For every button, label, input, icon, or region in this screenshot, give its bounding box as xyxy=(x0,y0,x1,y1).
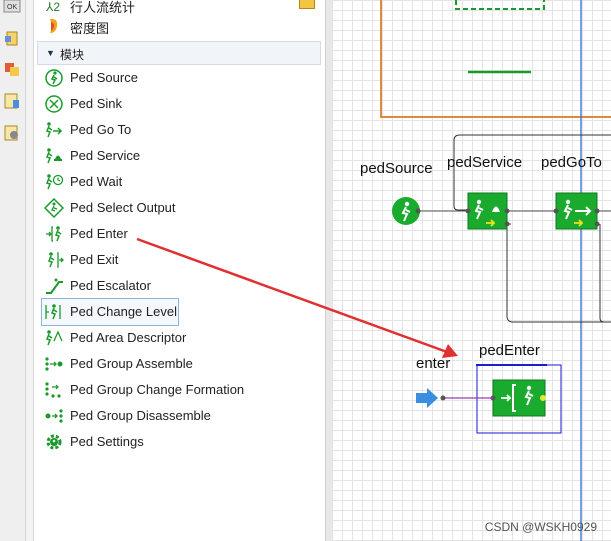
ped-select-output-icon xyxy=(43,197,65,219)
watermark: CSDN @WSKH0929 xyxy=(484,520,597,534)
enter-label[interactable]: enter xyxy=(416,355,450,372)
palette-item-ped-sink[interactable]: Ped Sink xyxy=(44,91,314,117)
ped-service-label[interactable]: pedService xyxy=(447,154,522,171)
palette-item-label: Ped Go To xyxy=(70,122,132,137)
section-label: 模块 xyxy=(60,48,85,62)
ped-settings-icon xyxy=(44,432,64,452)
ped-enter-label[interactable]: pedEnter xyxy=(479,342,540,359)
ped-goto-icon xyxy=(44,120,64,140)
ok-button[interactable]: OK xyxy=(3,0,21,18)
palette-item-label: Ped Source xyxy=(70,70,138,85)
ped-enter-block[interactable] xyxy=(492,379,546,417)
palette-item-label: Ped Select Output xyxy=(70,200,176,215)
svg-text:⅄2: ⅄2 xyxy=(45,0,60,14)
palette-item-ped-escalator[interactable]: Ped Escalator xyxy=(44,273,314,299)
ped-change-level-icon xyxy=(44,302,64,322)
palette-item-label: Ped Wait xyxy=(70,174,123,189)
dashed-area[interactable] xyxy=(455,0,545,10)
palette-item-ped-change-level[interactable]: Ped Change Level xyxy=(41,298,179,326)
palette-item-label: 密度图 xyxy=(70,21,110,36)
ped-service-icon xyxy=(44,146,64,166)
palette-item-label: Ped Service xyxy=(70,148,141,163)
palette-item-label: Ped Exit xyxy=(70,252,119,267)
database-tool-icon[interactable] xyxy=(3,30,21,48)
palette-item-ped-settings[interactable]: Ped Settings xyxy=(44,429,314,455)
ped-escalator-icon xyxy=(44,276,64,296)
ped-exit-icon xyxy=(44,250,64,270)
gear-file-icon[interactable] xyxy=(3,124,21,142)
ped-group-disassemble-icon xyxy=(44,406,64,426)
density-map-icon xyxy=(44,16,64,36)
tag-icon xyxy=(299,0,315,9)
palette-item-ped-group-assemble[interactable]: Ped Group Assemble xyxy=(44,351,314,377)
modules-section-header[interactable]: ▼ 模块 xyxy=(37,41,321,65)
palette-item-ped-select-output[interactable]: Ped Select Output xyxy=(43,195,314,221)
svg-text:OK: OK xyxy=(7,4,17,11)
collapse-triangle-icon: ▼ xyxy=(46,48,55,58)
palette-item-label: Ped Group Disassemble xyxy=(70,408,211,423)
model-canvas[interactable]: pedSource pedService pedGoTo enter pedEn… xyxy=(332,0,611,541)
ped-group-change-formation-icon xyxy=(44,380,64,400)
palette-item-label: Ped Group Change Formation xyxy=(70,382,245,397)
palette-item-ped-exit[interactable]: Ped Exit xyxy=(44,247,314,273)
palette-item-ped-wait[interactable]: Ped Wait xyxy=(44,169,314,195)
palette-item-ped-area-descriptor[interactable]: Ped Area Descriptor xyxy=(44,325,314,351)
palette-item-ped-service[interactable]: Ped Service xyxy=(44,143,314,169)
ped-goto-label[interactable]: pedGoTo xyxy=(541,154,602,171)
ped-sink-icon xyxy=(44,94,64,114)
ped-wait-icon xyxy=(44,172,64,192)
ped-source-icon xyxy=(44,68,64,88)
palette-item-ped-source[interactable]: Ped Source xyxy=(44,65,314,91)
ped-enter-icon xyxy=(44,224,64,244)
canvas-graphics xyxy=(380,0,611,541)
palette-item-label: Ped Escalator xyxy=(70,278,151,293)
palette-item-label: Ped Group Assemble xyxy=(70,356,193,371)
ped-source-label[interactable]: pedSource xyxy=(360,160,433,177)
area-boundary[interactable] xyxy=(380,0,611,118)
palette-item-ped-group-disassemble[interactable]: Ped Group Disassemble xyxy=(44,403,314,429)
palette-item-label: Ped Change Level xyxy=(70,304,177,319)
left-toolbar: OK xyxy=(0,0,26,541)
enter-arrow-icon[interactable] xyxy=(416,388,438,408)
ped-area-descriptor-icon xyxy=(44,328,64,348)
palette-item-label: Ped Sink xyxy=(70,96,123,111)
palette-item-density-map[interactable]: 密度图 xyxy=(44,13,314,39)
ped-group-assemble-icon xyxy=(44,354,64,374)
file-tool-icon[interactable] xyxy=(3,92,21,110)
shapes-tool-icon[interactable] xyxy=(3,60,21,78)
palette-item-ped-goto[interactable]: Ped Go To xyxy=(44,117,314,143)
palette-item-ped-group-change-formation[interactable]: Ped Group Change Formation xyxy=(44,377,314,403)
palette-item-ped-enter[interactable]: Ped Enter xyxy=(44,221,314,247)
palette-item-label: Ped Enter xyxy=(70,226,128,241)
palette-item-label: Ped Settings xyxy=(70,434,144,449)
palette-item-label: Ped Area Descriptor xyxy=(70,330,187,345)
